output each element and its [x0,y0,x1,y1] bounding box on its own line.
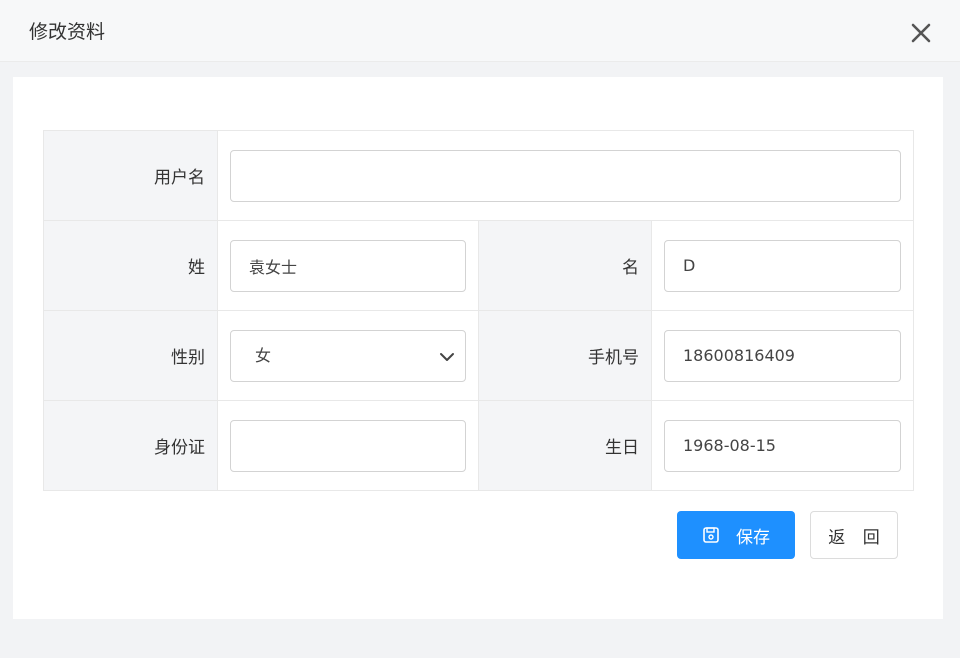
last-name-input[interactable] [230,239,466,292]
chevron-down-icon [440,352,454,361]
dialog-header: 修改资料 [0,0,960,62]
gender-select[interactable]: 女 [230,329,466,382]
username-label: 用户名 [43,130,218,221]
floppy-disk-icon [703,527,719,543]
phone-input[interactable] [664,329,902,382]
back-button[interactable]: 返 回 [810,511,898,559]
username-input[interactable] [230,149,902,202]
id-card-input[interactable] [230,419,466,472]
back-button-label: 返 回 [828,527,886,548]
close-icon [911,23,931,43]
last-name-label: 姓 [43,220,218,311]
form-row-gender-phone: 性别 女 手机号 [43,310,915,401]
form-row-id-birthday: 身份证 生日 [43,400,915,491]
gender-selected-value: 女 [255,345,272,365]
save-button-label: 保存 [736,527,770,548]
phone-label: 手机号 [478,310,652,401]
id-card-label: 身份证 [43,400,218,491]
close-button[interactable] [906,18,936,48]
birthday-input[interactable] [664,419,902,472]
dialog-title: 修改资料 [29,21,106,43]
first-name-input[interactable] [664,239,902,292]
form-row-name: 姓 名 [43,220,915,311]
form-row-username: 用户名 [43,130,915,221]
birthday-label: 生日 [478,400,652,491]
profile-form-table: 用户名 姓 名 性别 女 [43,130,915,491]
first-name-label: 名 [478,220,652,311]
gender-label: 性别 [43,310,218,401]
save-button[interactable]: 保存 [677,511,795,559]
form-panel: 用户名 姓 名 性别 女 [13,77,943,619]
